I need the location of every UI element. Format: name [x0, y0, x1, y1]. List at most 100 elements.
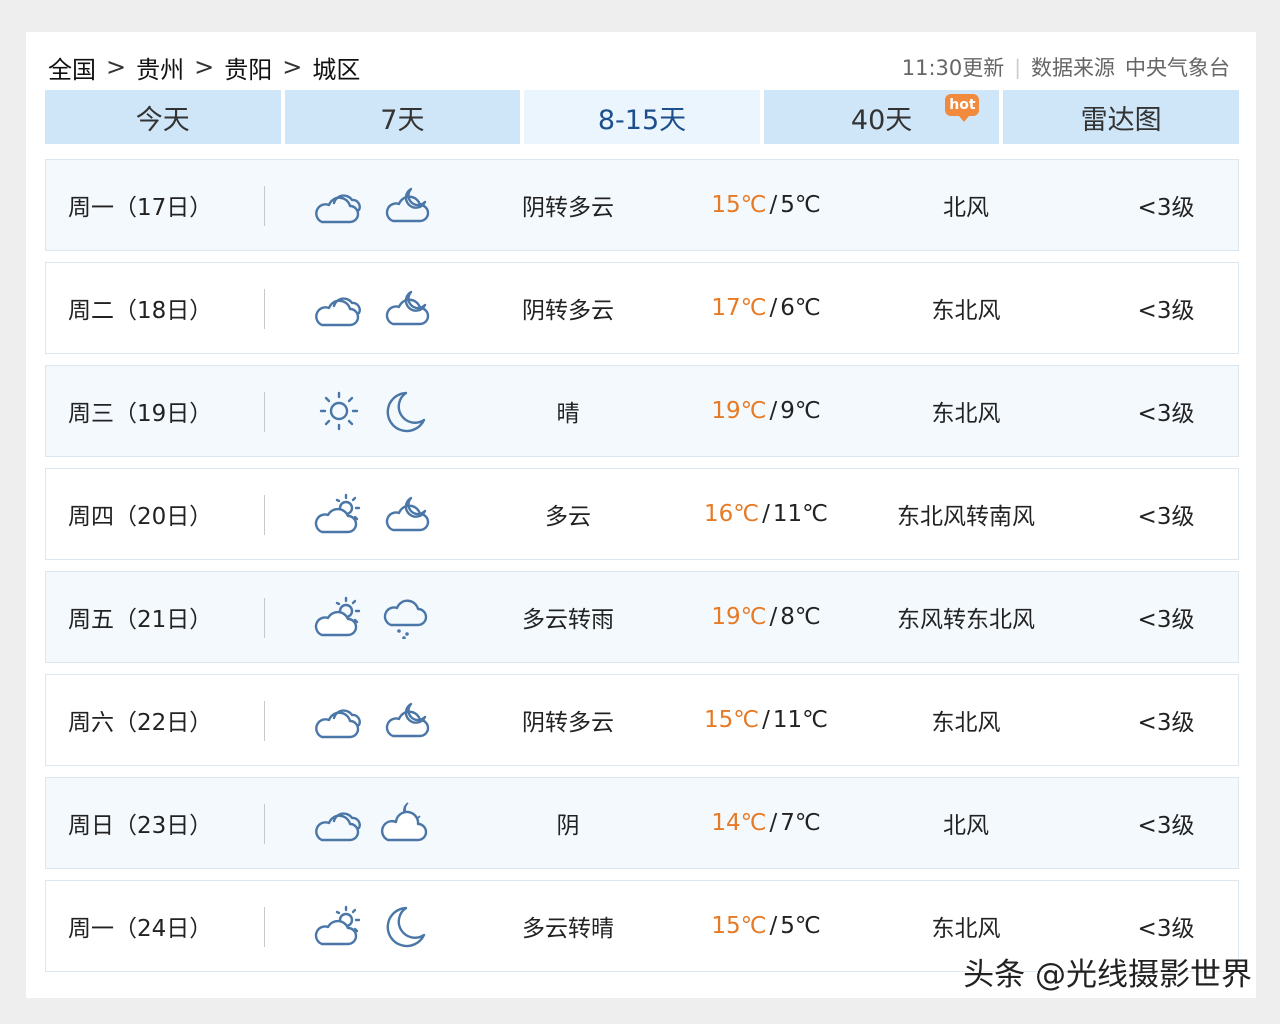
weather-icons — [314, 572, 430, 662]
forecast-row[interactable]: 周三（19日） 晴 19℃/9℃ 东北风 <3级 — [45, 365, 1239, 457]
partly-cloudy-night-icon — [385, 187, 430, 223]
partly-cloudy-night-icon — [385, 496, 430, 532]
weather-icons — [314, 675, 430, 765]
low-temperature: 5℃ — [780, 913, 821, 939]
weather-description: 多云转雨 — [522, 607, 614, 633]
forecast-day: 周一（24日） — [68, 916, 213, 942]
forecast-tabs: 今天 7天 8-15天 40天 hot 雷达图 — [45, 90, 1239, 144]
weather-card: 全国 > 贵州 > 贵阳 > 城区 11:30更新 | 数据来源 中央气象台 今… — [26, 32, 1256, 998]
temp-separator: / — [769, 192, 778, 218]
weather-description: 多云转晴 — [522, 916, 614, 942]
weather-description: 阴转多云 — [522, 195, 614, 221]
weather-description: 阴转多云 — [522, 298, 614, 324]
wind-level: <3级 — [1137, 607, 1195, 633]
high-temperature: 15℃ — [711, 913, 767, 939]
day-weather-icon — [314, 389, 364, 433]
tab-40-days[interactable]: 40天 hot — [763, 90, 1000, 144]
forecast-day: 周五（21日） — [68, 607, 213, 633]
weather-description: 晴 — [556, 401, 580, 427]
update-time: 11:30更新 — [901, 56, 1005, 80]
partly-cloudy-night-icon — [385, 702, 430, 738]
hot-badge: hot — [945, 94, 980, 122]
temp-separator: / — [769, 604, 778, 630]
cloudy-icon — [315, 709, 361, 739]
night-weather-icon — [380, 595, 430, 639]
temperature-range: 14℃/7℃ — [676, 778, 856, 868]
wind-direction: 北风 — [943, 195, 989, 221]
weather-description: 阴转多云 — [522, 710, 614, 736]
partly-cloudy-day-icon — [314, 905, 361, 946]
forecast-day: 周四（20日） — [68, 504, 213, 530]
forecast-row[interactable]: 周二（18日） 阴转多云 17℃/6℃ 东北风 <3级 — [45, 262, 1239, 354]
row-divider — [264, 907, 265, 947]
day-weather-icon — [314, 698, 364, 742]
row-divider — [264, 804, 265, 844]
breadcrumb-item-country[interactable]: 全国 — [48, 50, 96, 85]
rain-icon — [383, 599, 428, 639]
weather-icons — [314, 160, 430, 250]
forecast-day: 周一（17日） — [68, 195, 213, 221]
partly-cloudy-day-icon — [314, 596, 361, 637]
breadcrumb-separator: > — [194, 53, 215, 81]
temperature-range: 19℃/8℃ — [676, 572, 856, 662]
wind-level: <3级 — [1137, 504, 1195, 530]
row-divider — [264, 392, 265, 432]
low-temperature: 7℃ — [780, 810, 821, 836]
tab-label: 雷达图 — [1080, 104, 1162, 136]
sun-icon — [319, 391, 359, 431]
forecast-row[interactable]: 周日（23日） 阴 14℃/7℃ 北风 <3级 — [45, 777, 1239, 869]
day-weather-icon — [314, 904, 364, 948]
source-label: 数据来源 — [1031, 56, 1115, 80]
high-temperature: 19℃ — [711, 604, 767, 630]
wind-level: <3级 — [1137, 710, 1195, 736]
row-divider — [264, 289, 265, 329]
tab-7-days[interactable]: 7天 — [284, 90, 521, 144]
forecast-day: 周三（19日） — [68, 401, 213, 427]
row-divider — [264, 186, 265, 226]
temp-separator: / — [769, 913, 778, 939]
tab-radar[interactable]: 雷达图 — [1003, 90, 1239, 144]
tab-today[interactable]: 今天 — [45, 90, 281, 144]
day-weather-icon — [314, 801, 364, 845]
forecast-row[interactable]: 周一（17日） 阴转多云 15℃/5℃ 北风 <3级 — [45, 159, 1239, 251]
high-temperature: 16℃ — [704, 501, 760, 527]
partly-cloudy-night-icon — [385, 290, 430, 326]
low-temperature: 5℃ — [780, 192, 821, 218]
partly-cloudy-day-icon — [314, 493, 361, 534]
breadcrumb-item-province[interactable]: 贵州 — [136, 50, 184, 85]
high-temperature: 15℃ — [711, 192, 767, 218]
day-weather-icon — [314, 492, 364, 536]
wind-level: <3级 — [1137, 195, 1195, 221]
tab-8-15-days[interactable]: 8-15天 — [524, 90, 760, 144]
wind-direction: 东北风转南风 — [897, 504, 1035, 530]
high-temperature: 19℃ — [711, 398, 767, 424]
forecast-row[interactable]: 周五（21日） 多云转雨 19℃/8℃ 东风转东北风 <3级 — [45, 571, 1239, 663]
day-weather-icon — [314, 286, 364, 330]
tab-label: 40天 — [850, 104, 913, 136]
breadcrumb-item-city[interactable]: 贵阳 — [224, 50, 272, 85]
night-weather-icon — [380, 492, 430, 536]
day-weather-icon — [314, 595, 364, 639]
forecast-day: 周日（23日） — [68, 813, 213, 839]
forecast-row[interactable]: 周六（22日） 阴转多云 15℃/11℃ 东北风 <3级 — [45, 674, 1239, 766]
row-divider — [264, 701, 265, 741]
row-divider — [264, 495, 265, 535]
night-weather-icon — [380, 698, 430, 742]
forecast-row[interactable]: 周四（20日） 多云 16℃/11℃ 东北风转南风 <3级 — [45, 468, 1239, 560]
source-name: 中央气象台 — [1125, 56, 1230, 80]
temperature-range: 19℃/9℃ — [676, 366, 856, 456]
low-temperature: 6℃ — [780, 295, 821, 321]
wind-direction: 东风转东北风 — [897, 607, 1035, 633]
breadcrumb: 全国 > 贵州 > 贵阳 > 城区 — [48, 50, 360, 85]
weather-icons — [314, 366, 430, 456]
wind-direction: 东北风 — [931, 401, 1001, 427]
weather-icons — [314, 881, 430, 971]
temp-separator: / — [762, 707, 770, 733]
cloudy-icon — [315, 297, 361, 327]
wind-level: <3级 — [1137, 401, 1195, 427]
cloudy-icon — [315, 194, 361, 224]
low-temperature: 11℃ — [772, 501, 828, 527]
low-temperature: 8℃ — [780, 604, 821, 630]
wind-direction: 北风 — [943, 813, 989, 839]
breadcrumb-separator: > — [282, 53, 303, 81]
